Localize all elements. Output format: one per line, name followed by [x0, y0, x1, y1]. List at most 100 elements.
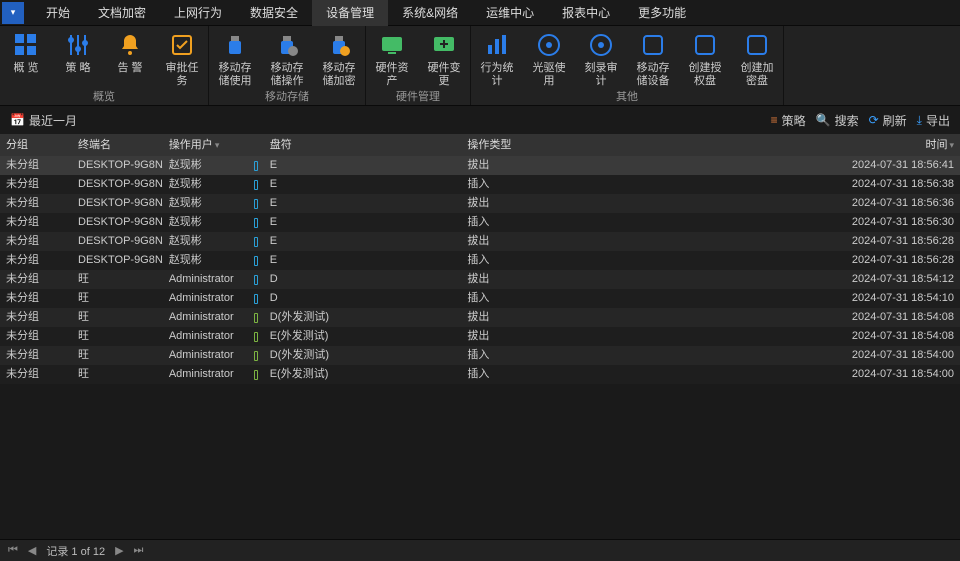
export-label: 导出 — [926, 112, 950, 129]
ribbon-btn-usb-gear[interactable]: 移动存储操作 — [261, 26, 313, 88]
ribbon-btn-cd[interactable]: 光驱使用 — [523, 26, 575, 88]
cell-group: 未分组 — [0, 289, 72, 308]
cell-terminal: DESKTOP-9G8NA80 — [72, 251, 163, 270]
app-menu-button[interactable]: ▾ — [2, 2, 24, 24]
drive-icon — [248, 156, 264, 175]
cell-group: 未分组 — [0, 194, 72, 213]
table-row[interactable]: 未分组旺AdministratorD拔出2024-07-31 18:54:12 — [0, 270, 960, 289]
col-header-user[interactable]: 操作用户 — [163, 134, 248, 156]
drive-icon — [248, 213, 264, 232]
device-icon — [640, 32, 666, 58]
refresh-button[interactable]: ⟳ 刷新 — [869, 112, 907, 129]
cell-group: 未分组 — [0, 346, 72, 365]
ribbon-btn-approve[interactable]: 审批任务 — [156, 26, 208, 88]
col-header-type[interactable]: 操作类型 — [461, 134, 837, 156]
menu-item-3[interactable]: 数据安全 — [236, 0, 312, 26]
cell-group: 未分组 — [0, 251, 72, 270]
pager-prev[interactable]: ◀ — [28, 544, 36, 557]
pager-next[interactable]: ▶ — [115, 544, 123, 557]
ribbon-btn-sliders[interactable]: 策 略 — [52, 26, 104, 88]
cell-user: 赵现彬 — [163, 251, 248, 270]
ribbon-btn-usb-lock[interactable]: 移动存储加密 — [313, 26, 365, 88]
pager-first[interactable]: ⏮ — [8, 544, 18, 557]
ribbon-btn-auth-disk[interactable]: 创建授权盘 — [679, 26, 731, 88]
drive-icon — [248, 194, 264, 213]
menu-item-5[interactable]: 系统&网络 — [388, 0, 472, 26]
menu-item-1[interactable]: 文档加密 — [84, 0, 160, 26]
cell-time: 2024-07-31 18:54:10 — [837, 289, 960, 308]
usb-icon — [222, 32, 248, 58]
cell-time: 2024-07-31 18:56:41 — [837, 156, 960, 175]
export-button[interactable]: ⤓ 导出 — [917, 112, 950, 129]
search-button[interactable]: 🔍 搜索 — [816, 112, 859, 129]
cell-drive: E — [264, 232, 462, 251]
ribbon-btn-enc-disk[interactable]: 创建加密盘 — [731, 26, 783, 88]
cell-terminal: 旺 — [72, 289, 163, 308]
date-range-label[interactable]: 最近一月 — [29, 112, 77, 129]
sliders-icon — [65, 32, 91, 58]
cell-time: 2024-07-31 18:56:28 — [837, 232, 960, 251]
ribbon-btn-usb[interactable]: 移动存储使用 — [209, 26, 261, 88]
col-header-icon — [248, 134, 264, 156]
ribbon-btn-hw-change[interactable]: 硬件变更 — [418, 26, 470, 88]
ribbon-btn-burn[interactable]: 刻录审计 — [575, 26, 627, 88]
menu-item-7[interactable]: 报表中心 — [548, 0, 624, 26]
usb-gear-icon — [274, 32, 300, 58]
policy-button[interactable]: ≡ 策略 — [771, 112, 806, 129]
ribbon-btn-label: 审批任务 — [164, 62, 200, 88]
cell-type: 插入 — [461, 365, 837, 384]
menu-item-4[interactable]: 设备管理 — [312, 0, 388, 26]
table-body: 未分组DESKTOP-9G8NA80赵现彬E拔出2024-07-31 18:56… — [0, 156, 960, 384]
ribbon-btn-bell[interactable]: 告 警 — [104, 26, 156, 88]
usb-lock-icon — [326, 32, 352, 58]
cell-type: 拔出 — [461, 308, 837, 327]
search-icon: 🔍 — [816, 113, 831, 127]
pager-last[interactable]: ⏭ — [134, 544, 144, 557]
cell-terminal: DESKTOP-9G8NA80 — [72, 232, 163, 251]
ribbon-btn-grid[interactable]: 概 览 — [0, 26, 52, 88]
col-header-drive[interactable]: 盘符 — [264, 134, 462, 156]
cell-user: Administrator — [163, 365, 248, 384]
menu-item-8[interactable]: 更多功能 — [624, 0, 700, 26]
cell-time: 2024-07-31 18:54:08 — [837, 308, 960, 327]
cell-user: Administrator — [163, 346, 248, 365]
cell-type: 拔出 — [461, 270, 837, 289]
ribbon-btn-stats[interactable]: 行为统计 — [471, 26, 523, 88]
table-row[interactable]: 未分组DESKTOP-9G8NA80赵现彬E插入2024-07-31 18:56… — [0, 213, 960, 232]
table-row[interactable]: 未分组旺AdministratorD插入2024-07-31 18:54:10 — [0, 289, 960, 308]
table-row[interactable]: 未分组DESKTOP-9G8NA80赵现彬E插入2024-07-31 18:56… — [0, 251, 960, 270]
approve-icon — [169, 32, 195, 58]
export-icon: ⤓ — [917, 113, 922, 128]
ribbon-btn-label: 告 警 — [117, 62, 142, 75]
cd-icon — [536, 32, 562, 58]
cell-user: 赵现彬 — [163, 156, 248, 175]
menu-item-2[interactable]: 上网行为 — [160, 0, 236, 26]
table-row[interactable]: 未分组DESKTOP-9G8NA80赵现彬E插入2024-07-31 18:56… — [0, 175, 960, 194]
cell-drive: E — [264, 194, 462, 213]
cell-group: 未分组 — [0, 270, 72, 289]
table-row[interactable]: 未分组DESKTOP-9G8NA80赵现彬E拔出2024-07-31 18:56… — [0, 156, 960, 175]
drive-icon — [248, 308, 264, 327]
ribbon-btn-device[interactable]: 移动存储设备 — [627, 26, 679, 88]
table-row[interactable]: 未分组DESKTOP-9G8NA80赵现彬E拔出2024-07-31 18:56… — [0, 194, 960, 213]
table-row[interactable]: 未分组旺AdministratorD(外发测试)拔出2024-07-31 18:… — [0, 308, 960, 327]
col-header-terminal[interactable]: 终端名 — [72, 134, 163, 156]
ribbon-group-label: 移动存储 — [209, 88, 365, 106]
ribbon-btn-label: 概 览 — [13, 62, 38, 75]
cell-user: 赵现彬 — [163, 213, 248, 232]
cell-type: 拔出 — [461, 156, 837, 175]
table-row[interactable]: 未分组旺AdministratorD(外发测试)插入2024-07-31 18:… — [0, 346, 960, 365]
table-row[interactable]: 未分组旺AdministratorE(外发测试)拔出2024-07-31 18:… — [0, 327, 960, 346]
col-header-time[interactable]: 时间 — [837, 134, 960, 156]
table-row[interactable]: 未分组旺AdministratorE(外发测试)插入2024-07-31 18:… — [0, 365, 960, 384]
cell-terminal: 旺 — [72, 270, 163, 289]
cell-type: 插入 — [461, 251, 837, 270]
col-header-group[interactable]: 分组 — [0, 134, 72, 156]
bell-icon — [117, 32, 143, 58]
cell-group: 未分组 — [0, 308, 72, 327]
table-row[interactable]: 未分组DESKTOP-9G8NA80赵现彬E拔出2024-07-31 18:56… — [0, 232, 960, 251]
menu-item-6[interactable]: 运维中心 — [472, 0, 548, 26]
menu-item-0[interactable]: 开始 — [32, 0, 84, 26]
ribbon-btn-label: 硬件资产 — [374, 62, 410, 88]
ribbon-btn-asset[interactable]: 硬件资产 — [366, 26, 418, 88]
